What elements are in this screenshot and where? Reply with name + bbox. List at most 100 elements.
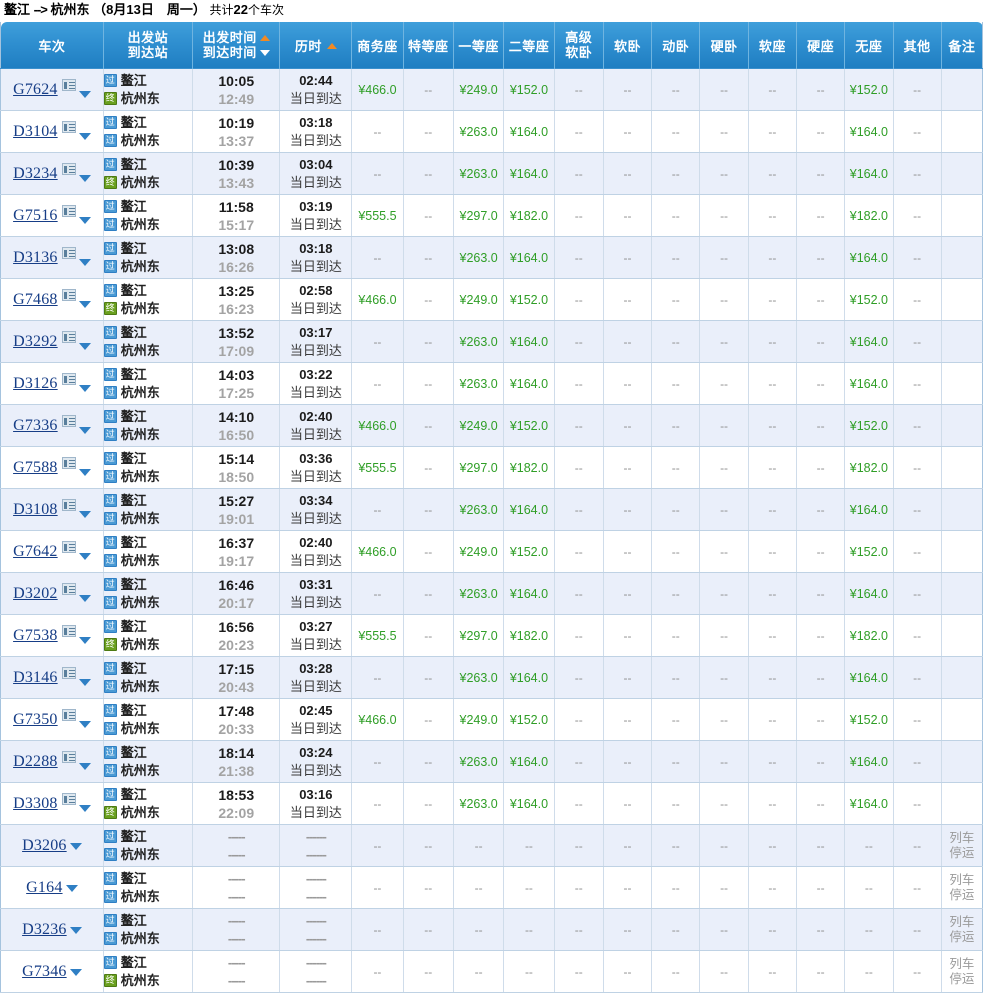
train-info-card-icon[interactable] [61,793,76,805]
train-code-link[interactable]: G7538 [13,627,58,645]
train-info-card-icon[interactable] [61,205,76,217]
train-info-card-icon[interactable] [61,751,76,763]
departure-station-name: 鳌江 [120,786,147,802]
train-info-card-icon[interactable] [61,499,76,511]
train-info-card-icon[interactable] [61,331,76,343]
train-code-link[interactable]: D3308 [13,795,58,813]
chevron-down-icon[interactable] [78,259,91,266]
train-code-link[interactable]: G7642 [13,543,58,561]
remark-cell: 列车 停运 [941,866,983,909]
header-label-departure-time: 出发时间 [202,30,257,45]
chevron-down-icon[interactable] [69,843,82,850]
duration-value: 02:44 [299,72,333,88]
table-row: G7588 过鳌江过杭州东 15:14 18:50 03:36 当日到达 ¥555.5 -- ¥… [0,446,983,489]
train-code-link[interactable]: D3236 [22,921,67,939]
train-info-card-icon[interactable] [61,289,76,301]
chevron-down-icon[interactable] [78,763,91,770]
train-code-link[interactable]: G7588 [13,459,58,477]
column-header-train-code[interactable]: 车次 [0,22,104,69]
stations-cell: 过鳌江过杭州东 [103,572,194,615]
special-seat-cell: -- [403,950,454,993]
train-code-cell: G164 [0,866,104,909]
train-info-card-icon[interactable] [61,667,76,679]
train-code-link[interactable]: G7624 [13,81,58,99]
chevron-down-icon[interactable] [65,885,78,892]
train-code-link[interactable]: G7516 [13,207,58,225]
no-seat-value: ¥182.0 [849,460,888,475]
train-code-link[interactable]: D3292 [13,333,58,351]
column-header-no-seat: 无座 [844,22,894,69]
train-code-link[interactable]: D3206 [22,837,67,855]
departure-time: 10:05 [218,72,255,89]
special-seat-cell: -- [403,698,454,741]
chevron-down-icon[interactable] [78,427,91,434]
first-class-value: ¥297.0 [459,628,498,643]
soft-sleeper-value: -- [623,292,632,307]
no-seat-cell: ¥152.0 [844,278,894,321]
chevron-down-icon[interactable] [78,385,91,392]
column-header-soft-seat: 软座 [748,22,797,69]
chevron-down-icon[interactable] [69,969,82,976]
train-info-card-icon[interactable] [61,415,76,427]
train-code-cell: D3104 [0,110,104,153]
train-code-link[interactable]: D3104 [13,123,58,141]
train-code-link[interactable]: G164 [26,879,62,897]
senior-soft-sleeper-value: -- [574,292,583,307]
chevron-down-icon[interactable] [78,637,91,644]
chevron-down-icon[interactable] [78,595,91,602]
arrival-day-note: 当日到达 [289,468,342,484]
train-info-card-icon[interactable] [61,457,76,469]
train-info-card-icon[interactable] [61,583,76,595]
hard-seat-cell: -- [796,572,846,615]
column-header-times[interactable]: 出发时间 到达时间 [192,22,281,69]
train-code-link[interactable]: G7350 [13,711,58,729]
chevron-down-icon[interactable] [78,217,91,224]
chevron-down-icon[interactable] [78,469,91,476]
train-code-link[interactable]: G7468 [13,291,58,309]
emu-sleeper-value: -- [671,250,680,265]
train-code-link[interactable]: D3108 [13,501,58,519]
chevron-down-icon[interactable] [78,91,91,98]
chevron-down-icon[interactable] [78,553,91,560]
train-code-link[interactable]: D3126 [13,375,58,393]
sort-descending-icon[interactable] [259,49,270,56]
chevron-down-icon[interactable] [78,679,91,686]
sort-ascending-icon[interactable] [259,34,270,41]
train-info-card-icon[interactable] [61,709,76,721]
chevron-down-icon[interactable] [78,343,91,350]
sort-ascending-icon[interactable] [326,43,337,50]
chevron-down-icon[interactable] [78,133,91,140]
title-train-count: 22 [233,2,248,17]
train-info-card-icon[interactable] [61,247,76,259]
chevron-down-icon[interactable] [78,805,91,812]
train-code-link[interactable]: D3146 [13,669,58,687]
train-code-link[interactable]: G7336 [13,417,58,435]
train-info-card-icon[interactable] [61,373,76,385]
other-seat-cell: -- [893,908,942,951]
train-code-link[interactable]: G7346 [22,963,67,981]
chevron-down-icon[interactable] [69,927,82,934]
train-code-link[interactable]: D3234 [13,165,58,183]
train-code-link[interactable]: D3202 [13,585,58,603]
chevron-down-icon[interactable] [78,511,91,518]
chevron-down-icon[interactable] [78,175,91,182]
no-seat-value: ¥182.0 [849,208,888,223]
remark-cell [941,152,983,195]
train-code-link[interactable]: D2288 [13,753,58,771]
arrival-station-type-icon: 过 [103,680,117,693]
train-info-card-icon[interactable] [61,625,76,637]
chevron-down-icon[interactable] [78,721,91,728]
second-class-value: ¥164.0 [509,166,549,181]
soft-sleeper-value: -- [623,586,632,601]
chevron-down-icon[interactable] [78,301,91,308]
stations-cell: 过鳌江过杭州东 [103,698,194,741]
train-info-card-icon[interactable] [61,163,76,175]
train-info-card-icon[interactable] [61,541,76,553]
page-title: 鳌江 --> 杭州东 （8月13日 周一） 共计22个车次 [0,0,983,22]
column-header-duration[interactable]: 历时 [279,22,353,69]
train-code-link[interactable]: D3136 [13,249,58,267]
train-info-card-icon[interactable] [61,121,76,133]
train-info-card-icon[interactable] [61,79,76,91]
no-seat-value: ¥164.0 [849,586,888,601]
soft-sleeper-cell: -- [603,656,653,699]
